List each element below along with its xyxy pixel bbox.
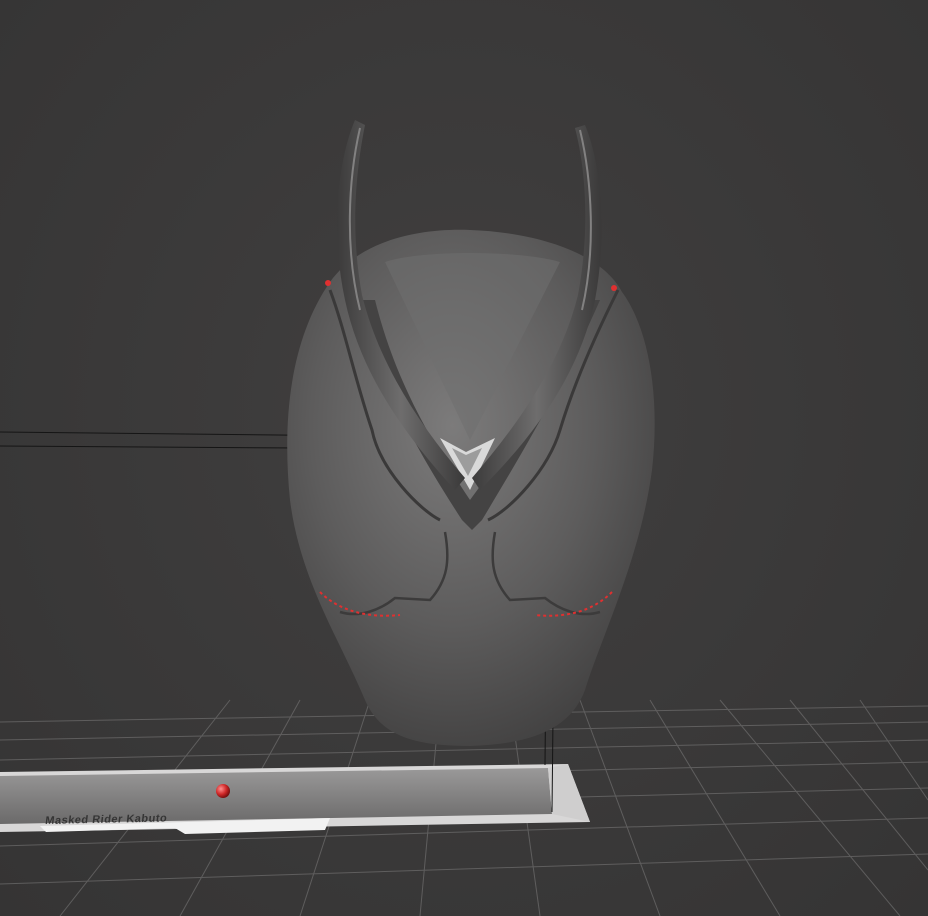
helmet-model[interactable] (287, 229, 655, 747)
3d-viewport[interactable]: Masked Rider Kabuto (0, 0, 928, 916)
viewport-canvas[interactable] (0, 0, 928, 916)
marker-sphere[interactable] (216, 784, 230, 798)
